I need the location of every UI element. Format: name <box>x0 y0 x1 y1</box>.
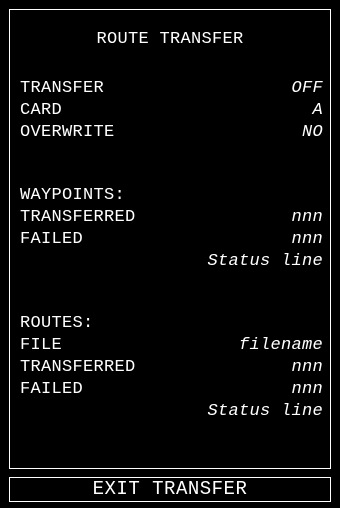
waypoints-transferred-label: TRANSFERRED <box>20 208 136 227</box>
routes-transferred-label: TRANSFERRED <box>20 358 136 377</box>
overwrite-value[interactable]: NO <box>302 122 323 144</box>
route-transfer-panel: ROUTE TRANSFER TRANSFER OFF CARD A OVERW… <box>9 9 331 469</box>
routes-status-line: Status line <box>207 402 323 421</box>
overwrite-setting[interactable]: OVERWRITE NO <box>20 122 323 144</box>
waypoints-transferred-row: TRANSFERRED nnn <box>20 207 323 229</box>
routes-heading: ROUTES: <box>20 314 94 333</box>
routes-file-value[interactable]: filename <box>239 335 323 357</box>
card-setting[interactable]: CARD A <box>20 100 323 122</box>
waypoints-failed-value: nnn <box>291 230 323 249</box>
card-label: CARD <box>20 101 63 120</box>
routes-failed-value: nnn <box>291 380 323 399</box>
page-title: ROUTE TRANSFER <box>96 30 244 49</box>
routes-failed-label: FAILED <box>20 380 84 399</box>
transfer-setting[interactable]: TRANSFER OFF <box>20 78 323 100</box>
transfer-value[interactable]: OFF <box>291 78 323 100</box>
routes-failed-row: FAILED nnn <box>20 379 323 401</box>
waypoints-heading: WAYPOINTS: <box>20 186 126 205</box>
waypoints-transferred-value: nnn <box>291 208 323 227</box>
exit-transfer-button[interactable]: EXIT TRANSFER <box>9 477 331 502</box>
transfer-label: TRANSFER <box>20 79 105 98</box>
routes-transferred-row: TRANSFERRED nnn <box>20 357 323 379</box>
routes-file-label: FILE <box>20 336 63 355</box>
routes-transferred-value: nnn <box>291 358 323 377</box>
waypoints-failed-label: FAILED <box>20 230 84 249</box>
waypoints-status-line: Status line <box>207 252 323 271</box>
waypoints-failed-row: FAILED nnn <box>20 229 323 251</box>
card-value[interactable]: A <box>312 100 323 122</box>
overwrite-label: OVERWRITE <box>20 123 115 142</box>
routes-file-row[interactable]: FILE filename <box>20 335 323 357</box>
